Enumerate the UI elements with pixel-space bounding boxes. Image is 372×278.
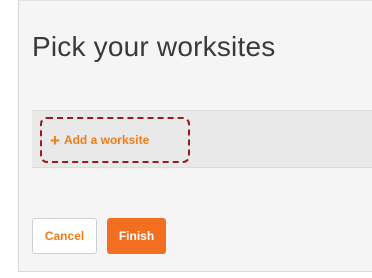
worksite-list-row: + Add a worksite [32, 110, 372, 168]
finish-button[interactable]: Finish [107, 218, 166, 254]
pick-worksites-dialog: Pick your worksites + Add a worksite Can… [18, 0, 372, 272]
add-worksite-label: Add a worksite [63, 133, 150, 147]
add-worksite-button[interactable]: + Add a worksite [40, 117, 190, 163]
plus-icon: + [50, 130, 60, 150]
cancel-button[interactable]: Cancel [32, 218, 97, 254]
dialog-title: Pick your worksites [32, 31, 276, 62]
